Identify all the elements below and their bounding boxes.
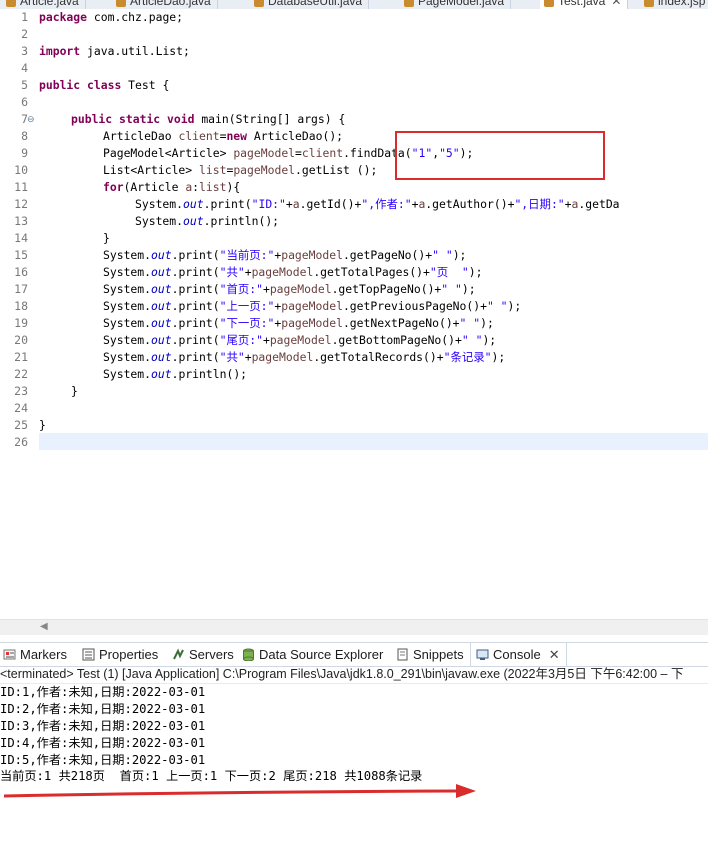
snippets-icon xyxy=(397,648,408,661)
code-line: ArticleDao client=new ArticleDao(); xyxy=(103,129,344,143)
console-output-line: ID:2,作者:未知,日期:2022-03-01 xyxy=(0,702,206,716)
line-number: 14 xyxy=(14,231,28,245)
code-line: } xyxy=(39,418,46,432)
close-icon[interactable]: ✕ xyxy=(611,0,621,8)
tab-markers[interactable]: Markers xyxy=(3,643,67,666)
views-tab-bar: Markers Properties Servers Data Source E… xyxy=(0,642,708,667)
line-number: 6 xyxy=(21,95,28,109)
line-number: 26 xyxy=(14,435,28,449)
editor-tab-article[interactable]: Article.java xyxy=(2,0,86,9)
java-file-icon xyxy=(254,0,264,7)
line-number: 8 xyxy=(21,129,28,143)
tab-properties[interactable]: Properties xyxy=(82,643,158,666)
properties-icon xyxy=(82,648,95,661)
line-number: 15 xyxy=(14,248,28,262)
tab-servers[interactable]: Servers xyxy=(172,643,234,666)
code-editor[interactable]: 1 2 3 4 5 6 7 ⊖ 8 9 10 11 12 13 14 15 16… xyxy=(0,9,708,619)
tab-snippets[interactable]: Snippets xyxy=(396,643,464,666)
line-number: 19 xyxy=(14,316,28,330)
code-line: } xyxy=(71,384,78,398)
code-line: } xyxy=(103,231,110,245)
jsp-file-icon xyxy=(644,0,654,7)
line-number: 5 xyxy=(21,78,28,92)
code-line: public class Test { xyxy=(39,78,170,92)
line-number: 1 xyxy=(21,10,28,24)
red-annotation-box xyxy=(395,131,605,180)
code-line: System.out.print("当前页:"+pageModel.getPag… xyxy=(103,248,467,262)
line-number: 23 xyxy=(14,384,28,398)
code-line: System.out.print("上一页:"+pageModel.getPre… xyxy=(103,299,522,313)
tab-data-source-explorer[interactable]: Data Source Explorer xyxy=(242,643,383,666)
console-output-line: ID:1,作者:未知,日期:2022-03-01 xyxy=(0,685,206,699)
code-line: System.out.println(); xyxy=(135,214,280,228)
line-number: 12 xyxy=(14,197,28,211)
code-line: package com.chz.page; xyxy=(39,10,184,24)
console-icon xyxy=(476,649,489,660)
collapse-toggle-icon[interactable]: ⊖ xyxy=(27,114,35,125)
data-source-icon xyxy=(243,648,254,661)
editor-tab-articledao[interactable]: ArticleDao.java xyxy=(112,0,218,9)
line-number: 9 xyxy=(21,146,28,160)
line-number: 7 xyxy=(21,112,28,126)
line-number: 2 xyxy=(21,27,28,41)
code-line: System.out.print("尾页:"+pageModel.getBott… xyxy=(103,333,497,347)
console-output-line: ID:4,作者:未知,日期:2022-03-01 xyxy=(0,736,206,750)
line-number: 4 xyxy=(21,61,28,75)
editor-tab-test[interactable]: Test.java ✕ xyxy=(540,0,629,9)
code-line: System.out.print("ID:"+a.getId()+",作者:"+… xyxy=(135,197,620,211)
scroll-left-arrow-icon[interactable]: ◀ xyxy=(40,621,48,632)
editor-tab-index[interactable]: index.jsp xyxy=(640,0,708,9)
code-line: System.out.print("首页:"+pageModel.getTopP… xyxy=(103,282,476,296)
code-line: public static void main(String[] args) { xyxy=(71,112,346,126)
code-line: System.out.print("共"+pageModel.getTotalR… xyxy=(103,350,506,364)
markers-icon xyxy=(3,649,16,660)
java-file-icon xyxy=(116,0,126,7)
line-number: 10 xyxy=(14,163,28,177)
line-number: 16 xyxy=(14,265,28,279)
editor-tab-databaseutil[interactable]: DatabaseUtil.java xyxy=(250,0,370,9)
line-number: 25 xyxy=(14,418,28,432)
line-number: 17 xyxy=(14,282,28,296)
horizontal-scrollbar[interactable]: ◀ xyxy=(0,619,708,635)
line-number: 24 xyxy=(14,401,28,415)
tab-console[interactable]: Console ✕ xyxy=(470,643,567,666)
console-output-line: ID:3,作者:未知,日期:2022-03-01 xyxy=(0,719,206,733)
code-line: System.out.println(); xyxy=(103,367,248,381)
code-line: System.out.print("下一页:"+pageModel.getNex… xyxy=(103,316,494,330)
line-number: 22 xyxy=(14,367,28,381)
red-annotation-arrow xyxy=(3,784,476,798)
line-number-gutter: 1 2 3 4 5 6 7 ⊖ 8 9 10 11 12 13 14 15 16… xyxy=(0,9,36,619)
line-number: 13 xyxy=(14,214,28,228)
line-number: 21 xyxy=(14,350,28,364)
editor-tab-pagemodel[interactable]: PageModel.java xyxy=(400,0,512,9)
code-line: System.out.print("共"+pageModel.getTotalP… xyxy=(103,265,483,279)
line-number: 11 xyxy=(14,180,28,194)
code-line: for(Article a:list){ xyxy=(103,180,241,194)
java-file-icon xyxy=(404,0,414,7)
java-file-icon xyxy=(6,0,16,7)
close-icon[interactable]: ✕ xyxy=(549,647,560,662)
console-process-label: <terminated> Test (1) [Java Application]… xyxy=(0,665,708,684)
line-number: 3 xyxy=(21,44,28,58)
code-line: List<Article> list=pageModel.getList (); xyxy=(103,163,378,177)
java-file-icon xyxy=(544,0,554,7)
current-line-highlight xyxy=(39,433,708,450)
servers-icon xyxy=(173,648,184,660)
console-output-line: ID:5,作者:未知,日期:2022-03-01 xyxy=(0,753,206,767)
line-number: 20 xyxy=(14,333,28,347)
code-line: import java.util.List; xyxy=(39,44,190,58)
line-number: 18 xyxy=(14,299,28,313)
